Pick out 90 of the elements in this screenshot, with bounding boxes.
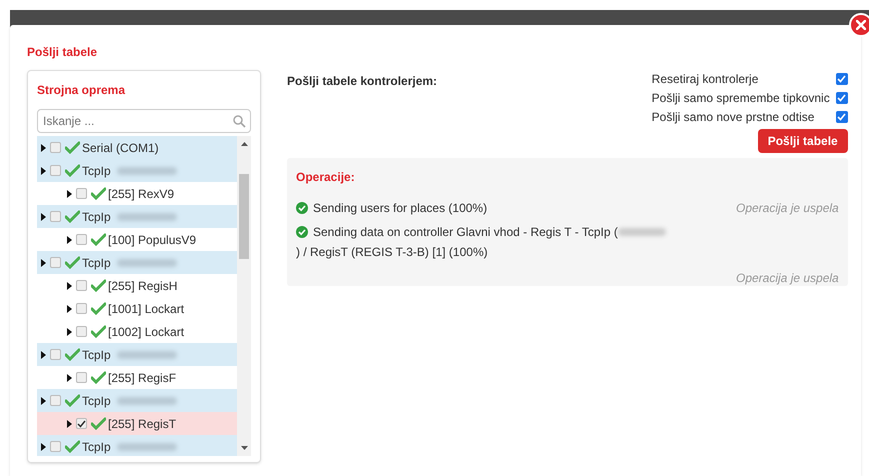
search-icon bbox=[233, 115, 246, 128]
expand-arrow-icon bbox=[67, 236, 72, 244]
expand-arrow-icon bbox=[41, 166, 46, 174]
success-icon bbox=[296, 226, 308, 238]
item-label: [255] RexV9 bbox=[108, 186, 174, 202]
checkbox[interactable] bbox=[50, 257, 61, 268]
checkbox[interactable] bbox=[50, 165, 61, 176]
item-label: [1001] Lockart bbox=[108, 300, 184, 318]
checkmark-icon bbox=[65, 348, 80, 361]
operation-text: ) / RegisT (REGIS T-3-B) [1] (100%) bbox=[296, 244, 488, 261]
item-label: [1002] Lockart bbox=[108, 324, 184, 340]
checkmark-icon bbox=[91, 371, 106, 384]
tree-item[interactable]: [255] RegisT bbox=[37, 412, 238, 435]
scroll-up-icon bbox=[240, 142, 248, 146]
expand-arrow-icon bbox=[67, 282, 72, 290]
checkbox[interactable] bbox=[76, 372, 87, 383]
item-label: TcpIp bbox=[82, 254, 111, 272]
checkbox[interactable] bbox=[50, 142, 61, 153]
expand-arrow-icon bbox=[67, 420, 72, 428]
item-label: [255] RegisF bbox=[108, 370, 176, 386]
expand-arrow-icon bbox=[67, 374, 72, 382]
item-label: [255] RegisH bbox=[108, 278, 178, 294]
checkmark-icon bbox=[65, 256, 80, 269]
checkmark-icon bbox=[91, 417, 106, 430]
item-label: [100] PopulusV9 bbox=[108, 232, 196, 248]
scroll-down-icon bbox=[240, 446, 248, 450]
checkmark-icon bbox=[91, 279, 106, 292]
checkmark-icon bbox=[65, 164, 80, 177]
tree-item[interactable]: TcpIp bbox=[37, 343, 238, 366]
send-button[interactable]: Pošlji tabele bbox=[758, 129, 848, 153]
check-icon bbox=[837, 112, 846, 120]
expand-arrow-icon bbox=[41, 350, 46, 358]
checkmark-icon bbox=[91, 187, 106, 200]
expand-arrow-icon bbox=[41, 212, 46, 220]
expand-arrow-icon bbox=[41, 396, 46, 404]
option-label: Resetiraj kontrolerje bbox=[652, 70, 758, 88]
panel-title: Strojna oprema bbox=[37, 82, 126, 99]
checkbox[interactable] bbox=[76, 303, 87, 314]
checkmark-icon bbox=[65, 394, 80, 407]
tree-item[interactable]: TcpIp bbox=[37, 389, 238, 412]
expand-arrow-icon bbox=[41, 144, 46, 152]
expand-arrow-icon bbox=[41, 442, 46, 450]
item-label: TcpIp bbox=[82, 346, 111, 364]
operations-title: Operacije: bbox=[296, 169, 356, 186]
tree-item[interactable]: TcpIp bbox=[37, 205, 238, 228]
section-heading: Pošlji tabele kontrolerjem: bbox=[287, 73, 438, 90]
check-icon bbox=[77, 420, 86, 428]
tree-item[interactable]: TcpIp bbox=[37, 159, 238, 182]
checkbox[interactable] bbox=[50, 395, 61, 406]
operation-text: Sending data on controller Glavni vhod - Regis T - TcpIp ( bbox=[313, 224, 618, 241]
checkbox[interactable] bbox=[50, 211, 61, 222]
operation-text: Sending users for places (100%) bbox=[313, 200, 488, 217]
operation-status: Operacija je uspela bbox=[736, 270, 839, 287]
checkbox[interactable] bbox=[76, 280, 87, 291]
checkmark-icon bbox=[91, 325, 106, 338]
tree-item[interactable]: TcpIp bbox=[37, 251, 238, 274]
checkbox[interactable] bbox=[76, 326, 87, 337]
search-field[interactable]: Iskanje ... bbox=[37, 109, 251, 133]
check-icon bbox=[837, 94, 846, 102]
scrollbar-thumb[interactable] bbox=[239, 174, 250, 259]
item-label: TcpIp bbox=[82, 438, 111, 456]
checkmark-icon bbox=[65, 210, 80, 223]
checkmark-icon bbox=[91, 233, 106, 246]
tree-item[interactable]: TcpIp bbox=[37, 435, 238, 456]
checkbox[interactable] bbox=[76, 188, 87, 199]
expand-arrow-icon bbox=[41, 258, 46, 266]
check-icon bbox=[837, 74, 846, 82]
option-label: Pošlji samo nove prstne odtise bbox=[652, 108, 814, 126]
item-label: TcpIp bbox=[82, 392, 111, 410]
scrollbar[interactable] bbox=[237, 136, 251, 456]
success-icon bbox=[296, 202, 308, 214]
item-label: TcpIp bbox=[82, 162, 111, 180]
tree-item[interactable]: Serial (COM1) bbox=[37, 136, 238, 159]
expand-arrow-icon bbox=[67, 190, 72, 198]
checkbox[interactable] bbox=[50, 441, 61, 452]
item-label: Serial (COM1) bbox=[82, 140, 159, 156]
checkbox[interactable] bbox=[76, 234, 87, 245]
checkbox[interactable] bbox=[76, 418, 87, 429]
checkmark-icon bbox=[65, 440, 80, 453]
checkmark-icon bbox=[65, 141, 80, 154]
item-label: [255] RegisT bbox=[108, 416, 176, 432]
expand-arrow-icon bbox=[67, 328, 72, 336]
operation-status: Operacija je uspela bbox=[736, 200, 839, 217]
close-icon bbox=[856, 20, 866, 30]
item-label: TcpIp bbox=[82, 208, 111, 226]
dialog-title: Pošlji tabele bbox=[27, 44, 98, 61]
checkmark-icon bbox=[91, 302, 106, 315]
option-label: Pošlji samo spremembe tipkovnic bbox=[652, 90, 830, 106]
expand-arrow-icon bbox=[67, 304, 72, 312]
checkbox[interactable] bbox=[50, 349, 61, 360]
